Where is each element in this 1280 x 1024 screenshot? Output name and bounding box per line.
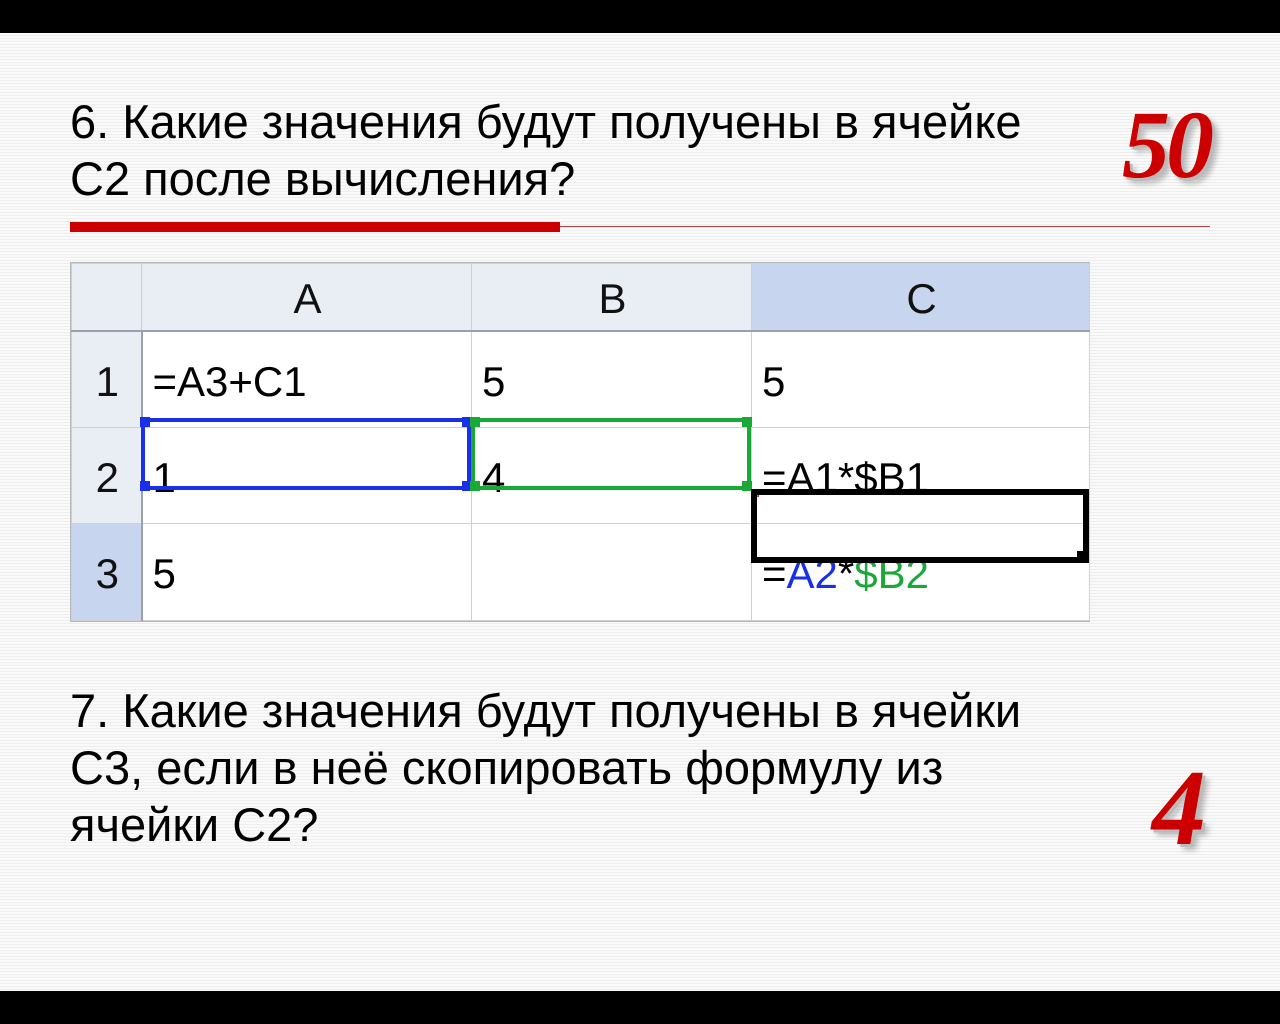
row-header-3[interactable]: 3: [72, 524, 142, 620]
question-7-text: 7. Какие значения будут получены в ячейк…: [70, 682, 1080, 854]
spreadsheet: A B C 1 =A3+C1 5 5 2 1 4: [70, 262, 1090, 622]
row-header-1[interactable]: 1: [72, 331, 142, 427]
col-header-C[interactable]: C: [752, 263, 1090, 331]
spreadsheet-table: A B C 1 =A3+C1 5 5 2 1 4: [71, 263, 1090, 621]
cell-C3-op: *: [838, 550, 854, 597]
cell-B2[interactable]: 4: [472, 427, 752, 523]
cell-C3[interactable]: =A2*$B2: [752, 524, 1090, 620]
cell-A3[interactable]: 5: [142, 524, 472, 620]
cell-B3[interactable]: [472, 524, 752, 620]
col-header-B[interactable]: B: [472, 263, 752, 331]
cell-C3-refA: A2: [787, 550, 838, 597]
col-header-A[interactable]: A: [142, 263, 472, 331]
cell-C2[interactable]: =A1*$B1: [752, 427, 1090, 523]
title-underline: [70, 222, 1210, 236]
cell-A1[interactable]: =A3+C1: [142, 331, 472, 427]
slide: 6. Какие значения будут получены в ячейк…: [0, 33, 1280, 991]
cell-C1[interactable]: 5: [752, 331, 1090, 427]
slide-frame: 6. Какие значения будут получены в ячейк…: [0, 33, 1280, 991]
row-header-2[interactable]: 2: [72, 427, 142, 523]
question-6-text: 6. Какие значения будут получены в ячейк…: [70, 93, 1070, 208]
cell-C3-refB: $B2: [854, 550, 929, 597]
cell-C3-eq: =: [762, 550, 787, 597]
corner-cell[interactable]: [72, 263, 142, 331]
question-7-points: 4: [1152, 747, 1206, 871]
cell-B1[interactable]: 5: [472, 331, 752, 427]
question-6-points: 50: [1122, 89, 1210, 200]
cell-A2[interactable]: 1: [142, 427, 472, 523]
